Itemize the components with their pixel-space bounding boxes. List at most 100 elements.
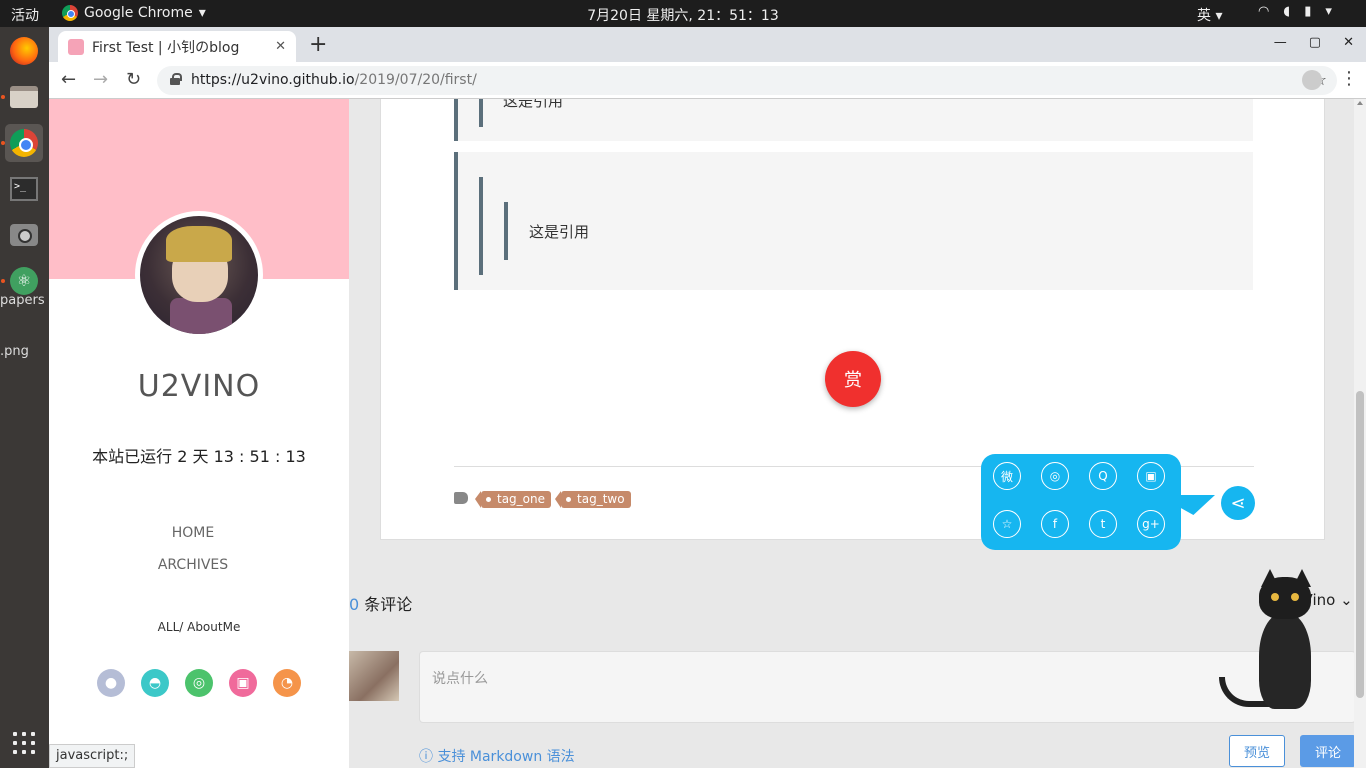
close-tab-icon[interactable]: ✕ xyxy=(275,39,286,54)
dock-chrome[interactable] xyxy=(5,124,43,162)
facebook-icon[interactable]: f xyxy=(1041,510,1069,538)
forward-icon[interactable]: → xyxy=(93,69,108,90)
wifi-icon: ◠ xyxy=(1258,4,1270,19)
battery-icon: ▮ xyxy=(1304,4,1312,19)
quote-text: 这是引用 xyxy=(503,99,564,110)
nav-home[interactable]: HOME xyxy=(49,517,337,549)
running-indicator xyxy=(1,279,5,283)
more-menu-icon[interactable]: ⋮ xyxy=(1340,68,1358,89)
ime-label: 英 xyxy=(1197,8,1211,24)
cat-mascot[interactable] xyxy=(1219,569,1329,709)
dock-files[interactable] xyxy=(5,78,43,116)
app-menu[interactable]: Google Chrome ▾ xyxy=(62,5,206,21)
reward-button[interactable]: 赏 xyxy=(825,351,881,407)
dock-firefox[interactable] xyxy=(5,32,43,70)
tag-two[interactable]: tag_two xyxy=(555,491,631,508)
address-bar[interactable]: https://u2vino.github.io/2019/07/20/firs… xyxy=(157,66,1337,95)
page-viewport: U2VINO 本站已运行 2 天 13 : 51 : 13 HOME ARCHI… xyxy=(49,99,1366,768)
qq-icon[interactable]: Q xyxy=(1089,462,1117,490)
wechat-icon[interactable]: ◎ xyxy=(1041,462,1069,490)
share-button[interactable]: ⋖ xyxy=(1221,486,1255,520)
desktop-label: .png xyxy=(0,344,29,359)
new-tab-button[interactable]: + xyxy=(309,32,327,57)
star-icon[interactable]: ☆ xyxy=(993,510,1021,538)
chrome-icon xyxy=(62,5,78,21)
url-path: /2019/07/20/first/ xyxy=(354,72,477,88)
power-menu-icon: ▾ xyxy=(1325,4,1332,19)
activities-button[interactable]: 活动 xyxy=(11,5,39,25)
link-status-bubble: javascript:; xyxy=(49,744,136,768)
files-icon xyxy=(10,86,38,108)
blockquote-inner: 这是引用 xyxy=(479,99,563,127)
scrollbar-thumb[interactable] xyxy=(1356,391,1364,698)
desktop-label: papers xyxy=(0,293,45,308)
running-indicator xyxy=(1,95,5,99)
chevron-down-icon: ▾ xyxy=(198,5,206,21)
weibo-icon[interactable]: 微 xyxy=(993,462,1021,490)
tag-list: tag_one tag_two xyxy=(474,491,631,508)
twitter-icon[interactable]: t xyxy=(1089,510,1117,538)
tab-strip: First Test | 小钊のblog ✕ + — ▢ ✕ xyxy=(49,27,1366,62)
sidebar: U2VINO 本站已运行 2 天 13 : 51 : 13 HOME ARCHI… xyxy=(49,99,349,768)
page-scrollbar[interactable] xyxy=(1354,99,1366,768)
profile-avatar[interactable] xyxy=(1302,70,1322,90)
share-icon: ⋖ xyxy=(1230,492,1246,514)
preview-button[interactable]: 预览 xyxy=(1229,735,1285,767)
tab-title: First Test | 小钊のblog xyxy=(92,39,240,56)
quote-text: 这是引用 xyxy=(529,223,590,241)
comment-count-number[interactable]: 0 xyxy=(349,595,359,614)
share-popup: 微 ◎ Q ▣ ☆ f t g+ xyxy=(981,454,1181,550)
input-method-indicator[interactable]: 英 ▾ xyxy=(1197,5,1222,25)
blockquote-nested: 这是引用 xyxy=(454,152,1253,290)
reload-icon[interactable]: ↻ xyxy=(126,69,141,90)
dock: >_ ⚛ papers .png xyxy=(0,27,49,768)
back-icon[interactable]: ← xyxy=(61,69,76,90)
firefox-icon xyxy=(10,37,38,65)
qq-icon[interactable]: ◓ xyxy=(141,669,169,697)
maximize-icon[interactable]: ▢ xyxy=(1309,35,1321,50)
lock-icon xyxy=(170,73,182,85)
site-runtime: 本站已运行 2 天 13 : 51 : 13 xyxy=(92,447,306,466)
volume-icon: ◖ xyxy=(1283,4,1291,19)
system-tray[interactable]: ◠ ◖ ▮ ▾ xyxy=(1258,4,1332,19)
browser-toolbar: ← → ↻ https://u2vino.github.io/2019/07/2… xyxy=(49,62,1366,99)
camera-icon xyxy=(10,224,38,246)
github-icon[interactable]: ● xyxy=(97,669,125,697)
tab-active[interactable]: First Test | 小钊のblog ✕ xyxy=(58,31,296,62)
app-name: Google Chrome xyxy=(84,5,193,21)
comment-count-suffix: 条评论 xyxy=(359,595,413,614)
scroll-up-icon[interactable] xyxy=(1357,101,1363,105)
markdown-tip-link[interactable]: ⓘ 支持 Markdown 语法 xyxy=(419,746,575,766)
show-applications-icon[interactable] xyxy=(13,732,35,754)
bilibili-icon[interactable]: ▣ xyxy=(229,669,257,697)
dock-screenshot[interactable] xyxy=(5,216,43,254)
googleplus-icon[interactable]: g+ xyxy=(1137,510,1165,538)
blockquote-level-3: 这是引用 xyxy=(504,202,589,260)
chrome-icon xyxy=(10,129,38,157)
article-card: 这是引用 这是引用 赏 tag_one tag_two xyxy=(380,99,1325,540)
tag-icon xyxy=(454,492,468,504)
comment-count: 0 条评论 xyxy=(349,591,412,615)
favicon xyxy=(68,38,84,55)
wechat-icon[interactable]: ◎ xyxy=(185,669,213,697)
comment-textarea[interactable]: 说点什么 xyxy=(419,651,1356,723)
rss-icon[interactable]: ◔ xyxy=(273,669,301,697)
window-controls: — ▢ ✕ xyxy=(1274,35,1354,50)
atom-icon: ⚛ xyxy=(10,267,38,295)
submit-comment-button[interactable]: 评论 xyxy=(1300,735,1356,767)
category-links[interactable]: ALL/ AboutMe xyxy=(49,620,349,634)
close-window-icon[interactable]: ✕ xyxy=(1343,35,1354,50)
minimize-icon[interactable]: — xyxy=(1274,35,1287,50)
system-top-bar: 活动 Google Chrome ▾ 7月20日 星期六, 21：51：13 英… xyxy=(0,0,1366,27)
site-name[interactable]: U2VINO xyxy=(49,369,349,404)
nav-archives[interactable]: ARCHIVES xyxy=(49,549,337,581)
qzone-icon[interactable]: ▣ xyxy=(1137,462,1165,490)
blog-avatar[interactable] xyxy=(135,211,263,339)
dock-terminal[interactable]: >_ xyxy=(5,170,43,208)
blockquote: 这是引用 xyxy=(454,99,1253,141)
blockquote-level-2 xyxy=(479,177,483,275)
tag-one[interactable]: tag_one xyxy=(474,491,552,508)
running-indicator xyxy=(1,141,5,145)
commenter-avatar xyxy=(349,651,399,701)
terminal-icon: >_ xyxy=(10,177,38,201)
